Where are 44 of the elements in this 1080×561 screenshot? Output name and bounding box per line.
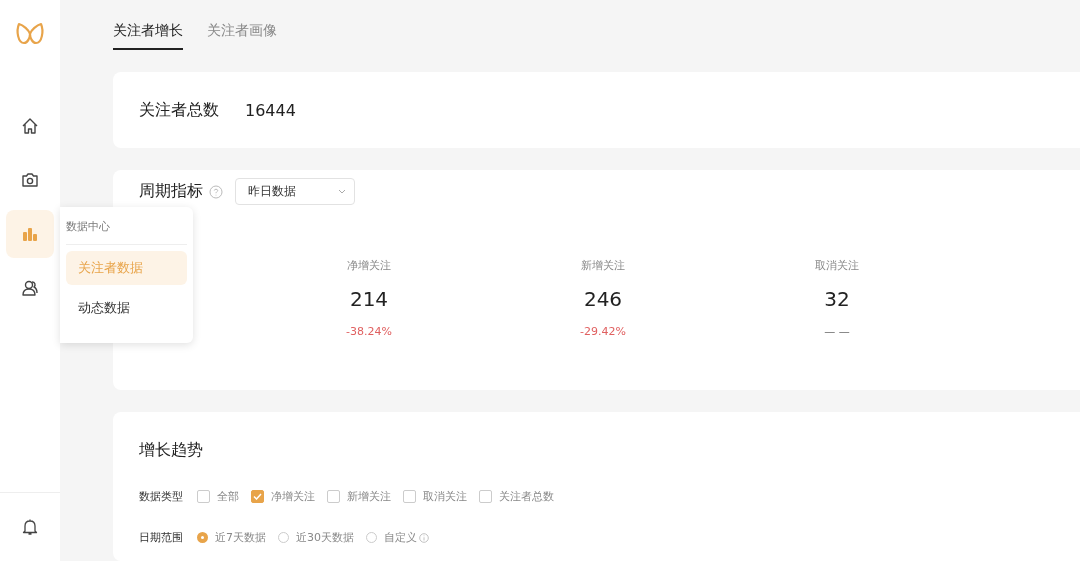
menu-item[interactable]: 动态数据: [66, 291, 187, 325]
users-icon: [21, 279, 39, 297]
checkbox-option[interactable]: 净增关注: [251, 489, 315, 504]
logo-icon: [15, 21, 45, 47]
menu-item[interactable]: 关注者数据: [66, 251, 187, 285]
checkbox-option[interactable]: 关注者总数: [479, 489, 554, 504]
checkbox-option[interactable]: 取消关注: [403, 489, 467, 504]
section-title: 增长趋势: [139, 440, 203, 461]
help-icon[interactable]: [209, 184, 223, 199]
home-icon: [21, 117, 39, 135]
radio-option[interactable]: 自定义: [366, 530, 417, 545]
checkbox[interactable]: [327, 490, 340, 503]
chevron-down-icon: [338, 189, 346, 194]
total-value: 16444: [245, 100, 296, 120]
filter-label: 数据类型: [139, 489, 183, 504]
metric-change: -29.42%: [580, 325, 626, 338]
metric-change: — —: [824, 325, 850, 338]
info-icon[interactable]: [419, 532, 429, 543]
period-dropdown[interactable]: 昨日数据: [235, 178, 355, 205]
metric-value: 32: [824, 287, 850, 311]
radio-option[interactable]: 近30天数据: [278, 530, 354, 545]
checkbox[interactable]: [479, 490, 492, 503]
checkbox[interactable]: [251, 490, 264, 503]
checkbox-option[interactable]: 新增关注: [327, 489, 391, 504]
bell-icon[interactable]: [22, 518, 38, 536]
metric-label: 取消关注: [815, 258, 859, 273]
filter-label: 日期范围: [139, 530, 183, 545]
bar-chart-icon: [21, 225, 39, 243]
tab[interactable]: 关注者增长: [113, 20, 183, 50]
checkbox-option[interactable]: 全部: [197, 489, 239, 504]
total-label: 关注者总数: [139, 99, 219, 121]
tab[interactable]: 关注者画像: [207, 20, 277, 50]
checkbox[interactable]: [403, 490, 416, 503]
checkbox[interactable]: [197, 490, 210, 503]
radio-option[interactable]: 近7天数据: [197, 530, 266, 545]
metric-value: 246: [583, 287, 623, 311]
radio-button[interactable]: [197, 532, 208, 543]
metric-value: 214: [349, 287, 389, 311]
metric-label: 净增关注: [347, 258, 391, 273]
metric-label: 新增关注: [581, 258, 625, 273]
metric-change: -38.24%: [346, 325, 392, 338]
camera-icon: [21, 171, 39, 189]
section-title: 周期指标: [139, 181, 203, 202]
menu-title: 数据中心: [66, 207, 187, 245]
